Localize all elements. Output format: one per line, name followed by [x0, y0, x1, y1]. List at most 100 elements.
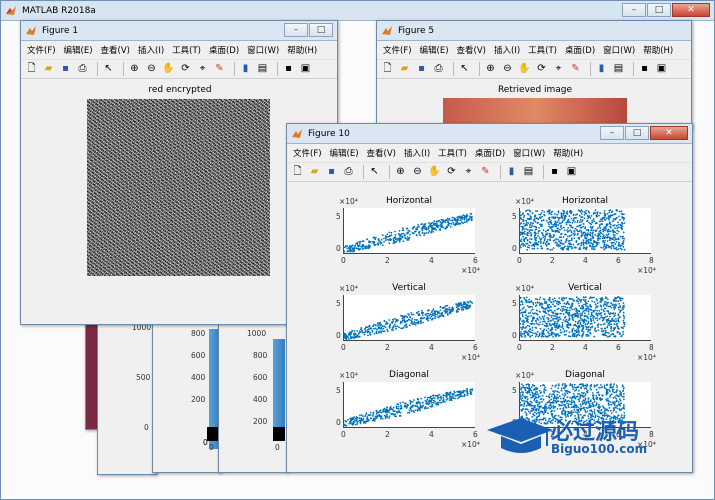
bg-histogram-window-b[interactable]: 800 600 400 200 0 — [152, 318, 222, 473]
open-file-icon[interactable]: ▰ — [308, 166, 321, 179]
print-icon[interactable]: ⎙ — [76, 63, 89, 76]
scatter-point — [590, 399, 592, 402]
minimize-button[interactable]: – — [622, 3, 646, 17]
rotate-icon[interactable]: ⟳ — [445, 166, 458, 179]
menu-view[interactable]: 查看(V) — [101, 44, 130, 56]
colorbar-icon[interactable]: ▮ — [505, 166, 518, 179]
menu-desktop[interactable]: 桌面(D) — [565, 44, 595, 56]
data-cursor-icon[interactable]: ⌖ — [196, 63, 209, 76]
rotate-icon[interactable]: ⟳ — [179, 63, 192, 76]
legend-icon[interactable]: ▤ — [522, 166, 535, 179]
scatter-point — [404, 320, 407, 323]
menu-tools[interactable]: 工具(T) — [172, 44, 201, 56]
colorbar-icon[interactable]: ▮ — [239, 63, 252, 76]
pointer-icon[interactable]: ↖ — [102, 63, 115, 76]
pan-icon[interactable]: ✋ — [428, 166, 441, 179]
scatter-plot[interactable] — [519, 295, 651, 341]
hide-plot-tools-icon[interactable]: ▪ — [282, 63, 295, 76]
scatter-point — [429, 223, 432, 225]
menu-window[interactable]: 窗口(W) — [603, 44, 635, 56]
menu-file[interactable]: 文件(F) — [27, 44, 56, 56]
minimize-button[interactable]: – — [284, 23, 308, 37]
pointer-icon[interactable]: ↖ — [368, 166, 381, 179]
brush-icon[interactable]: ✎ — [569, 63, 582, 76]
pan-icon[interactable]: ✋ — [518, 63, 531, 76]
open-file-icon[interactable]: ▰ — [42, 63, 55, 76]
scatter-point — [529, 336, 532, 338]
show-plot-tools-icon[interactable]: ▣ — [565, 166, 578, 179]
menu-window[interactable]: 窗口(W) — [247, 44, 279, 56]
menu-view[interactable]: 查看(V) — [367, 147, 396, 159]
menu-help[interactable]: 帮助(H) — [553, 147, 583, 159]
menu-help[interactable]: 帮助(H) — [643, 44, 673, 56]
menu-desktop[interactable]: 桌面(D) — [209, 44, 239, 56]
save-icon[interactable]: ▪ — [415, 63, 428, 76]
scatter-point — [564, 217, 566, 220]
data-cursor-icon[interactable]: ⌖ — [552, 63, 565, 76]
new-figure-icon[interactable]: 🗋 — [381, 63, 394, 76]
menu-file[interactable]: 文件(F) — [293, 147, 322, 159]
zoom-out-icon[interactable]: ⊖ — [411, 166, 424, 179]
menu-file[interactable]: 文件(F) — [383, 44, 412, 56]
print-icon[interactable]: ⎙ — [342, 166, 355, 179]
menu-edit[interactable]: 编辑(E) — [64, 44, 93, 56]
maximize-button[interactable]: □ — [625, 126, 649, 140]
zoom-in-icon[interactable]: ⊕ — [128, 63, 141, 76]
brush-icon[interactable]: ✎ — [479, 166, 492, 179]
scatter-point — [613, 241, 615, 244]
scatter-point — [536, 403, 539, 406]
zoom-in-icon[interactable]: ⊕ — [394, 166, 407, 179]
menu-edit[interactable]: 编辑(E) — [420, 44, 449, 56]
new-figure-icon[interactable]: 🗋 — [291, 166, 304, 179]
scatter-plot[interactable] — [343, 208, 475, 254]
scatter-point — [386, 233, 389, 235]
new-figure-icon[interactable]: 🗋 — [25, 63, 38, 76]
minimize-button[interactable]: – — [600, 126, 624, 140]
legend-icon[interactable]: ▤ — [256, 63, 269, 76]
scatter-point — [598, 237, 601, 240]
maximize-button[interactable]: □ — [309, 23, 333, 37]
scatter-point — [406, 316, 409, 319]
close-button[interactable]: ✕ — [672, 3, 710, 17]
print-icon[interactable]: ⎙ — [432, 63, 445, 76]
zoom-out-icon[interactable]: ⊖ — [501, 63, 514, 76]
zoom-in-icon[interactable]: ⊕ — [484, 63, 497, 76]
close-button[interactable]: ✕ — [650, 126, 688, 140]
scatter-point — [392, 406, 395, 409]
menu-desktop[interactable]: 桌面(D) — [475, 147, 505, 159]
scatter-point — [422, 401, 424, 404]
menu-tools[interactable]: 工具(T) — [528, 44, 557, 56]
save-icon[interactable]: ▪ — [325, 166, 338, 179]
menu-insert[interactable]: 插入(I) — [494, 44, 520, 56]
menu-tools[interactable]: 工具(T) — [438, 147, 467, 159]
rotate-icon[interactable]: ⟳ — [535, 63, 548, 76]
menu-edit[interactable]: 编辑(E) — [330, 147, 359, 159]
save-icon[interactable]: ▪ — [59, 63, 72, 76]
pan-icon[interactable]: ✋ — [162, 63, 175, 76]
data-cursor-icon[interactable]: ⌖ — [462, 166, 475, 179]
menu-window[interactable]: 窗口(W) — [513, 147, 545, 159]
colorbar-icon[interactable]: ▮ — [595, 63, 608, 76]
menu-view[interactable]: 查看(V) — [457, 44, 486, 56]
bg-histogram-window-a[interactable]: 1000 500 0 — [97, 310, 157, 475]
hide-plot-tools-icon[interactable]: ▪ — [548, 166, 561, 179]
scatter-plot[interactable] — [519, 208, 651, 254]
show-plot-tools-icon[interactable]: ▣ — [299, 63, 312, 76]
bg-histogram-window-c[interactable]: 1000 800 600 400 200 0 — [218, 318, 288, 473]
zoom-out-icon[interactable]: ⊖ — [145, 63, 158, 76]
scatter-point — [343, 334, 346, 337]
scatter-point — [368, 247, 370, 249]
legend-icon[interactable]: ▤ — [612, 63, 625, 76]
hide-plot-tools-icon[interactable]: ▪ — [638, 63, 651, 76]
menu-insert[interactable]: 插入(I) — [404, 147, 430, 159]
menu-help[interactable]: 帮助(H) — [287, 44, 317, 56]
figure5-window[interactable]: Figure 5 文件(F) 编辑(E) 查看(V) 插入(I) 工具(T) 桌… — [376, 20, 692, 130]
scatter-plot[interactable] — [343, 295, 475, 341]
scatter-plot[interactable] — [343, 382, 475, 428]
pointer-icon[interactable]: ↖ — [458, 63, 471, 76]
menu-insert[interactable]: 插入(I) — [138, 44, 164, 56]
brush-icon[interactable]: ✎ — [213, 63, 226, 76]
maximize-button[interactable]: □ — [647, 3, 671, 17]
show-plot-tools-icon[interactable]: ▣ — [655, 63, 668, 76]
open-file-icon[interactable]: ▰ — [398, 63, 411, 76]
